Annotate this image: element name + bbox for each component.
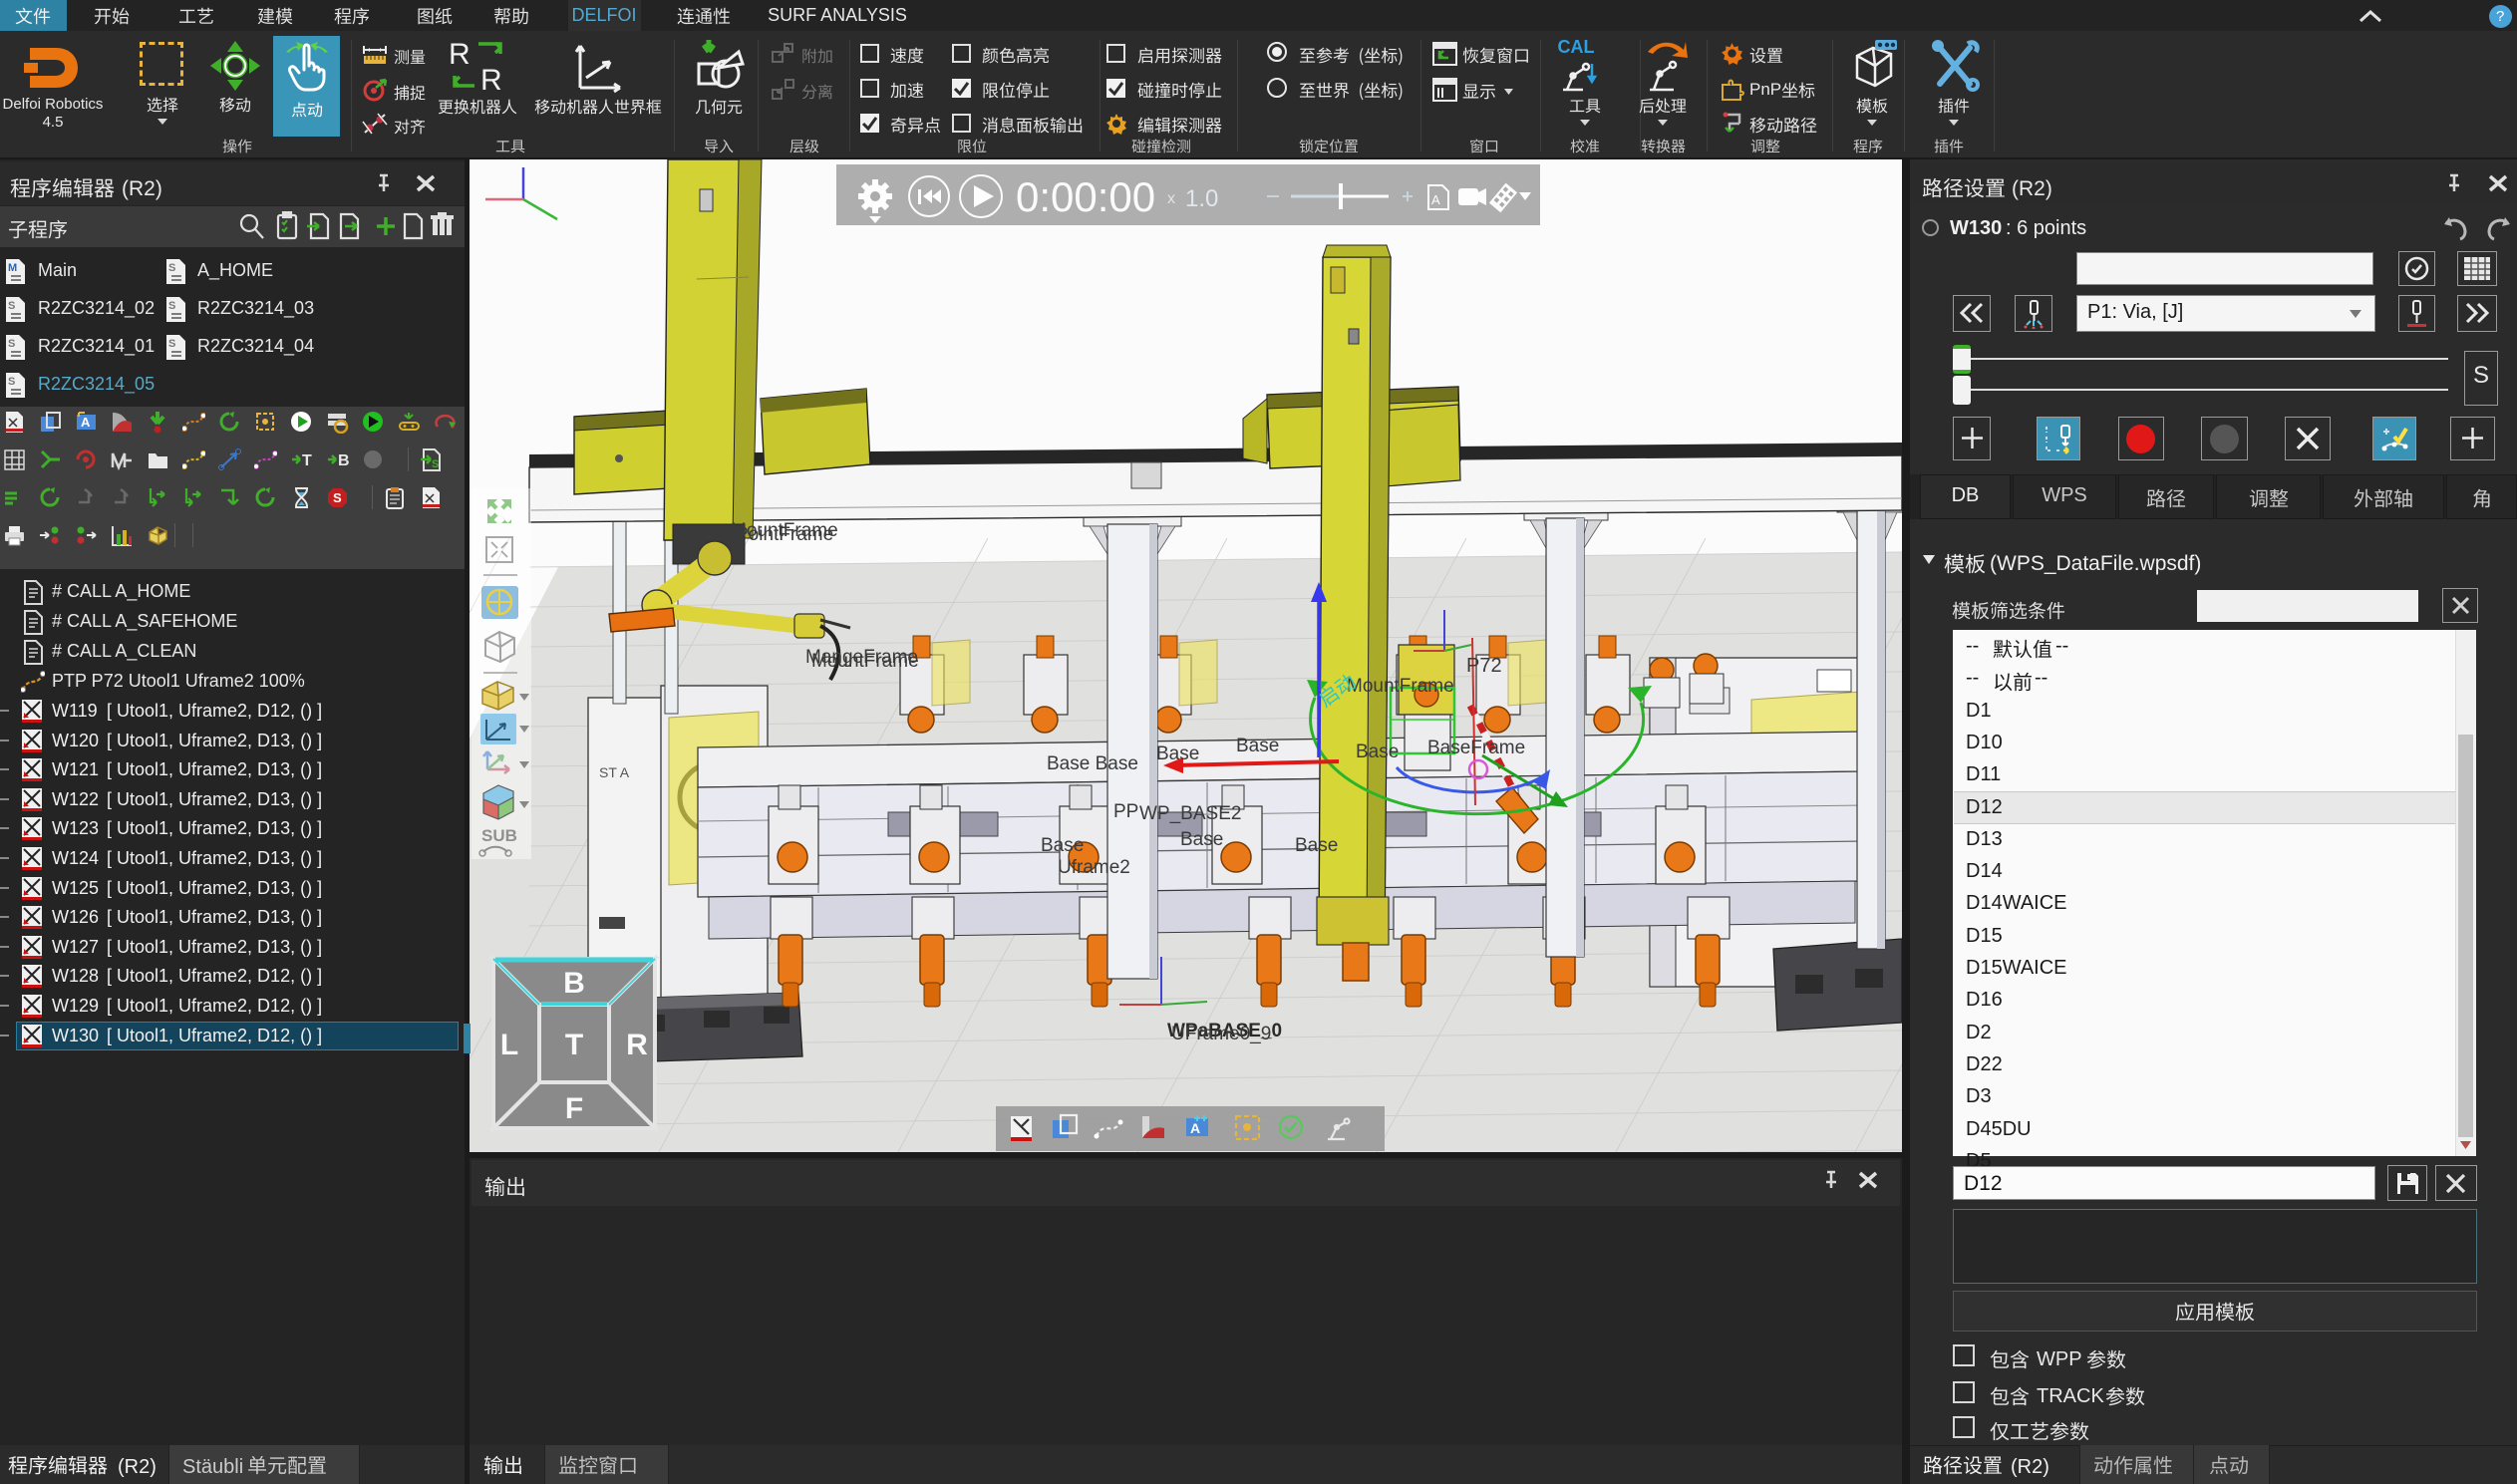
svg-text:MountFrame: MountFrame	[1347, 676, 1454, 697]
svg-text:S: S	[8, 376, 15, 388]
svg-text:Base: Base	[1295, 835, 1338, 856]
svg-text:T: T	[565, 1029, 583, 1061]
svg-text:PointFrame: PointFrame	[736, 524, 833, 545]
svg-text:SUB: SUB	[481, 826, 517, 845]
svg-text:A: A	[81, 415, 91, 430]
svg-text:Base: Base	[1180, 829, 1223, 850]
svg-text:B: B	[338, 452, 349, 469]
svg-text:B: B	[563, 967, 585, 1000]
svg-text:S: S	[168, 338, 175, 350]
svg-text:Base: Base	[1236, 736, 1279, 756]
svg-text:S: S	[8, 300, 15, 312]
svg-text:1.0: 1.0	[1185, 185, 1218, 212]
svg-text:PP: PP	[1113, 801, 1138, 822]
svg-text:P72: P72	[1466, 655, 1502, 677]
svg-text:x: x	[1167, 190, 1175, 207]
svg-text:BaseFrame: BaseFrame	[1427, 738, 1525, 758]
svg-text:F: F	[565, 1092, 583, 1125]
svg-text:MountFrame: MountFrame	[811, 651, 919, 672]
svg-text:Uframe2: Uframe2	[1058, 857, 1130, 878]
svg-text:WP_BASE2: WP_BASE2	[1139, 803, 1241, 824]
svg-text:UFrame0_9: UFrame0_9	[1171, 1024, 1271, 1044]
svg-text:A: A	[1190, 1120, 1200, 1136]
svg-text:Base Base: Base Base	[1047, 753, 1138, 774]
svg-text:0:00:00: 0:00:00	[1016, 173, 1155, 220]
svg-text:A: A	[1431, 192, 1440, 207]
svg-text:Base: Base	[1041, 835, 1084, 856]
svg-text:R: R	[449, 38, 471, 71]
svg-text:R: R	[626, 1029, 648, 1061]
svg-text:S: S	[432, 458, 439, 470]
svg-text:S: S	[168, 300, 175, 312]
svg-text:L: L	[500, 1029, 518, 1061]
svg-text:R: R	[480, 64, 502, 94]
svg-text:S: S	[8, 338, 15, 350]
svg-text:S: S	[168, 262, 175, 274]
svg-text:T: T	[302, 452, 312, 469]
svg-text:M: M	[8, 262, 17, 274]
svg-text:Base: Base	[1356, 742, 1399, 762]
svg-text:S: S	[333, 490, 342, 505]
svg-text:Base: Base	[1156, 743, 1199, 764]
svg-text:ST A: ST A	[599, 764, 630, 780]
